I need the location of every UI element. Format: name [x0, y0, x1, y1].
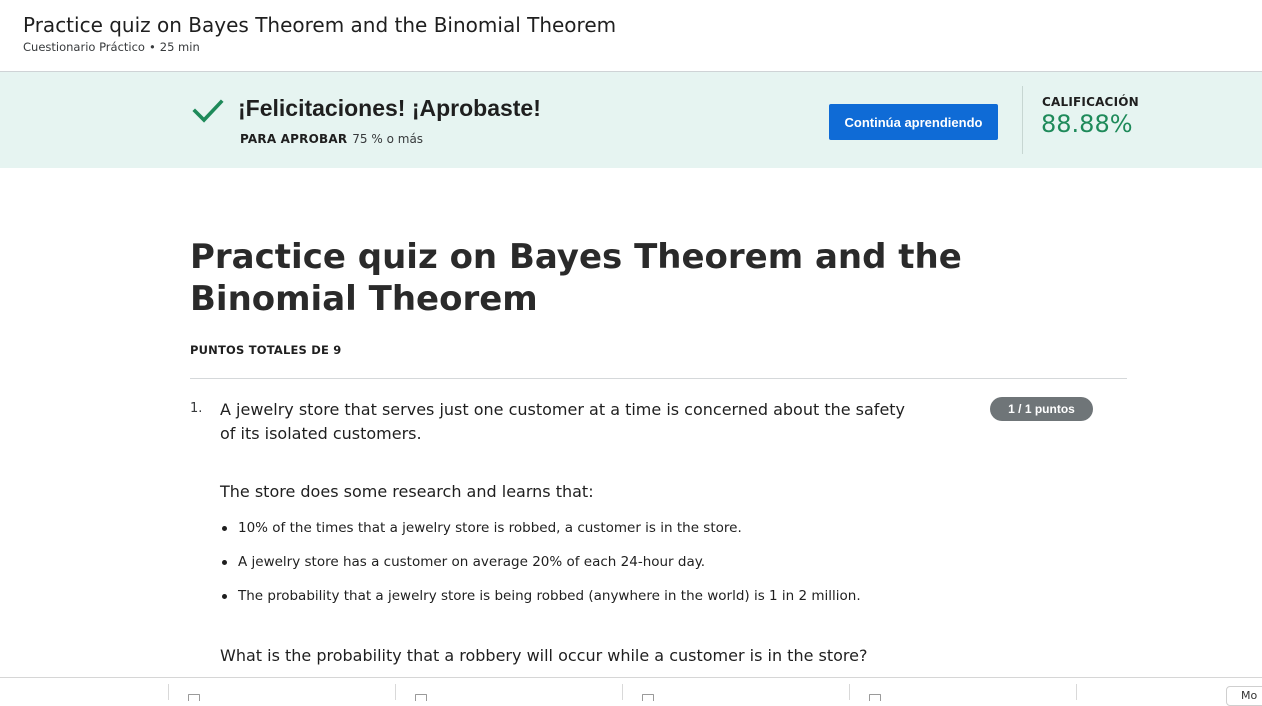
file-icon	[642, 694, 654, 701]
download-item[interactable]	[0, 684, 169, 700]
pass-value: 75 % o más	[352, 132, 424, 146]
show-all-button[interactable]: Mo	[1226, 686, 1262, 706]
research-list: 10% of the times that a jewelry store is…	[220, 516, 861, 618]
divider	[1022, 86, 1023, 154]
points-badge: 1 / 1 puntos	[990, 397, 1093, 421]
question-text: A jewelry store that serves just one cus…	[220, 400, 906, 443]
question-number: 1.	[190, 401, 203, 416]
question-ask: What is the probability that a robbery w…	[220, 646, 868, 665]
header-meta: Cuestionario Práctico • 25 min	[23, 40, 200, 54]
list-item: The probability that a jewelry store is …	[220, 584, 861, 618]
download-item[interactable]	[395, 684, 623, 701]
file-icon	[869, 694, 881, 701]
list-item: A jewelry store has a customer on averag…	[220, 550, 861, 584]
quiz-header: Practice quiz on Bayes Theorem and the B…	[0, 0, 1262, 72]
points-total: PUNTOS TOTALES DE 9	[190, 343, 342, 357]
divider	[190, 378, 1127, 379]
quiz-type: Cuestionario Práctico	[23, 40, 145, 54]
pass-requirement: PARA APROBAR 75 % o más	[240, 132, 423, 146]
download-shelf: Mo	[0, 677, 1262, 706]
meta-separator: •	[148, 40, 156, 54]
check-icon	[192, 99, 224, 123]
congrats-message: ¡Felicitaciones! ¡Aprobaste!	[238, 95, 541, 121]
list-item: 10% of the times that a jewelry store is…	[220, 516, 861, 550]
file-icon	[415, 694, 427, 701]
file-icon	[188, 694, 200, 701]
grade-label: CALIFICACIÓN	[1042, 95, 1139, 109]
header-title: Practice quiz on Bayes Theorem and the B…	[23, 13, 617, 37]
quiz-title: Practice quiz on Bayes Theorem and the B…	[190, 237, 962, 319]
grade-value: 88.88%	[1041, 110, 1133, 138]
download-item[interactable]	[849, 684, 1077, 701]
download-item[interactable]	[168, 684, 396, 701]
pass-banner: ¡Felicitaciones! ¡Aprobaste! PARA APROBA…	[0, 72, 1262, 168]
continue-learning-button[interactable]: Continúa aprendiendo	[829, 104, 998, 140]
research-intro: The store does some research and learns …	[220, 482, 594, 501]
pass-label: PARA APROBAR	[240, 132, 348, 146]
download-item[interactable]	[622, 684, 850, 701]
quiz-duration: 25 min	[159, 40, 200, 54]
